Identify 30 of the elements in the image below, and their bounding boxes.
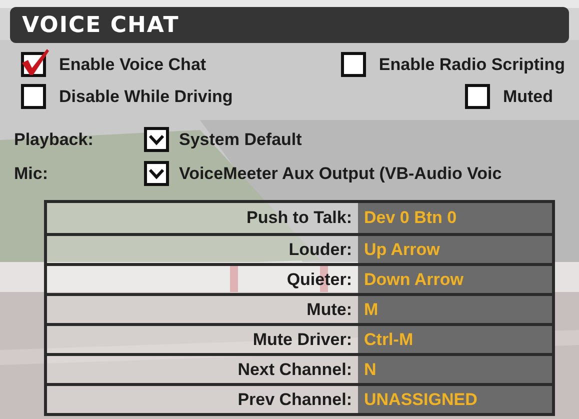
binding-key[interactable]: Ctrl-M [358,326,552,353]
binding-label: Mute: [47,296,358,323]
device-label: Mic: [14,162,49,184]
binding-label: Mute Driver: [47,326,358,353]
binding-label: Louder: [47,236,358,263]
option-toggle[interactable]: Enable Voice Chat [21,52,206,78]
binding-key[interactable]: UNASSIGNED [358,386,552,413]
checkbox[interactable] [464,84,490,109]
binding-key[interactable]: N [358,356,552,383]
checkbox[interactable] [340,52,366,78]
checkmark-icon [20,47,50,78]
binding-key[interactable]: Up Arrow [358,236,552,263]
binding-label: Quieter: [47,266,358,293]
binding-key[interactable]: Dev 0 Btn 0 [358,203,552,233]
device-label: Playback: [14,129,94,151]
caret-icon [144,160,169,186]
binding-key[interactable]: Down Arrow [358,266,552,293]
binding-label: Push to Talk: [47,203,358,233]
option-toggle[interactable]: Disable While Driving [21,84,233,109]
caret-icon [144,127,169,152]
checkbox[interactable] [21,52,46,78]
binding-key[interactable]: M [358,296,552,323]
device-dropdown[interactable]: VoiceMeeter Aux Output (VB-Audio Voic [144,160,502,186]
option-toggle[interactable]: Enable Radio Scripting [340,52,565,78]
option-toggle[interactable]: Muted [464,84,553,109]
binding-label: Next Channel: [47,356,358,383]
device-dropdown[interactable]: System Default [144,127,302,152]
checkbox[interactable] [21,84,46,109]
binding-label: Prev Channel: [47,386,358,413]
window-title: VOICE CHAT [22,12,180,40]
